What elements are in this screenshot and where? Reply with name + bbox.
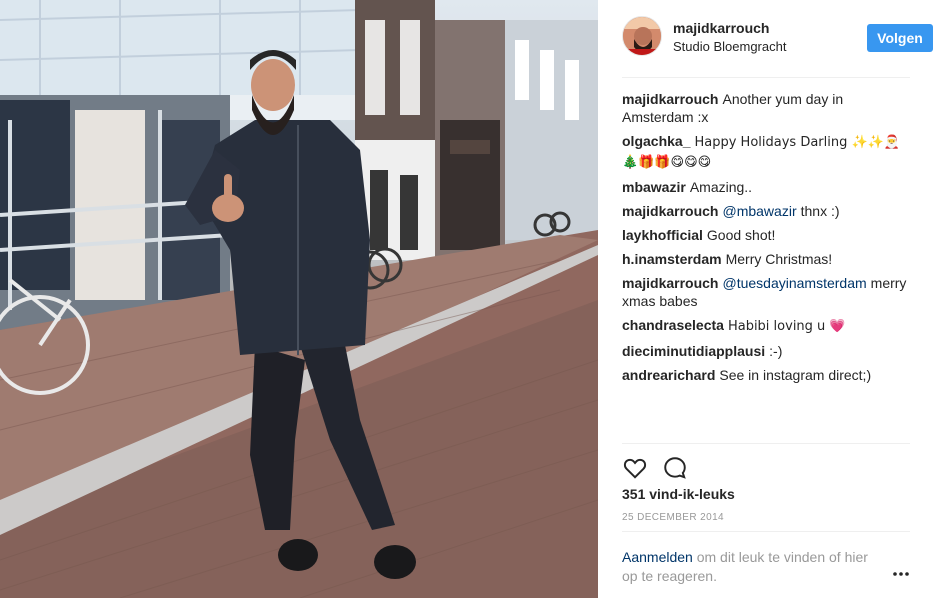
comment-item: olgachka_ Happy Holidays Darling ✨✨🎅 🎄🎁🎁😋… (622, 132, 910, 172)
post-header: majidkarrouch Studio Bloemgracht Volgen (622, 14, 933, 64)
more-options-icon[interactable] (892, 566, 910, 576)
post-location[interactable]: Studio Bloemgracht (673, 39, 786, 54)
header-divider (622, 77, 910, 78)
comment-username[interactable]: olgachka_ (622, 133, 690, 149)
likes-count[interactable]: 351 vind-ik-leuks (622, 486, 735, 502)
post-actions (622, 455, 910, 481)
comment-mention[interactable]: @tuesdayinamsterdam (722, 275, 866, 291)
post-photo[interactable] (0, 0, 598, 598)
comment-text: :-) (769, 343, 783, 359)
comment-text: Habibi loving u 💗 (727, 319, 846, 334)
comment-username[interactable]: andrearichard (622, 367, 715, 383)
comment-username[interactable]: laykhofficial (622, 227, 703, 243)
comment-item: majidkarrouch @tuesdayinamsterdam merry xm… (622, 274, 910, 310)
comment-username[interactable]: mbawazir (622, 179, 686, 195)
comment-username[interactable]: majidkarrouch (622, 203, 718, 219)
post-side-panel: majidkarrouch Studio Bloemgracht Volgen … (598, 0, 934, 598)
comment-item: chandraselecta Habibi loving u 💗 (622, 316, 910, 336)
comment-item: majidkarrouch @mbawazir thnx :) (622, 202, 910, 220)
comment-item: majidkarrouch Another yum day in Amsterda… (622, 90, 910, 126)
comment-icon[interactable] (662, 455, 688, 481)
comment-text: Amazing.. (689, 179, 753, 195)
login-prompt: Aanmelden om dit leuk te vinden of hier … (622, 548, 872, 586)
street-scene-illustration (0, 0, 598, 598)
post-date: 25 DECEMBER 2014 (622, 512, 725, 523)
comment-text: Good shot! (706, 227, 776, 243)
follow-button[interactable]: Volgen (867, 24, 933, 52)
actions-divider (622, 443, 910, 444)
avatar[interactable] (622, 16, 662, 56)
comment-text: thnx :) (800, 203, 840, 219)
comment-item: dieciminutidiapplausi :-) (622, 342, 910, 360)
comment-username[interactable]: majidkarrouch (622, 91, 718, 107)
comment-item: laykhofficial Good shot! (622, 226, 910, 244)
comment-username[interactable]: h.inamsterdam (622, 251, 722, 267)
post-username[interactable]: majidkarrouch (673, 20, 769, 36)
comment-item: mbawazir Amazing.. (622, 178, 910, 196)
comment-username[interactable]: majidkarrouch (622, 275, 718, 291)
login-link[interactable]: Aanmelden (622, 549, 693, 565)
heart-icon[interactable] (622, 455, 648, 481)
comment-username[interactable]: chandraselecta (622, 317, 724, 333)
comment-username[interactable]: dieciminutidiapplausi (622, 343, 765, 359)
comment-mention[interactable]: @mbawazir (722, 203, 796, 219)
footer-divider (622, 531, 910, 532)
comment-item: h.inamsterdam Merry Christmas! (622, 250, 910, 268)
comment-list: majidkarrouch Another yum day in Amsterda… (622, 90, 910, 390)
comment-text: See in instagram direct;) (719, 367, 872, 383)
comment-item: andrearichard See in instagram direct;) (622, 366, 910, 384)
comment-text: Merry Christmas! (725, 251, 833, 267)
